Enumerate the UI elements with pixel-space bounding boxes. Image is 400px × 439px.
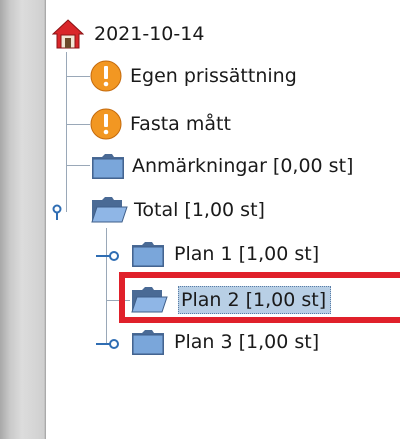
tree-connector [66,124,90,125]
tree-item-label: Anmärkningar [0,00 st] [132,155,354,177]
expand-toggle-plan-1[interactable] [96,248,122,267]
expand-toggle-plan-3[interactable] [96,336,122,355]
tree-root[interactable]: 2021-10-14 [51,14,205,54]
tree-item-anmarkningar[interactable]: Anmärkningar [0,00 st] [90,146,353,186]
tree-item-label: Plan 1 [1,00 st] [174,243,320,265]
tree-panel: 2021-10-14 Egen prissättning Fasta mått [46,0,400,439]
folder-icon [130,239,166,269]
folder-icon [90,151,126,181]
tree-item-fasta-matt[interactable]: Fasta mått [90,104,231,144]
tree-item-total[interactable]: Total [1,00 st] [90,190,265,230]
tree-item-egen-prissattning[interactable]: Egen prissättning [90,56,297,96]
tree-item-label: Fasta mått [130,113,231,135]
folder-icon [130,327,166,357]
tree-root-label: 2021-10-14 [94,23,205,45]
tree-item-plan-3[interactable]: Plan 3 [1,00 st] [130,322,319,362]
highlight-box [119,272,400,323]
left-gutter [0,0,46,439]
tree-item-label: Egen prissättning [130,65,297,87]
warning-icon [90,108,122,140]
folder-open-icon [90,195,128,225]
expand-toggle-total[interactable] [52,203,72,225]
house-icon [51,18,85,50]
tree-connector [66,76,90,77]
tree-connector [106,228,107,344]
tree-item-label: Plan 3 [1,00 st] [174,331,320,353]
tree-item-label: Total [1,00 st] [134,199,265,221]
tree-item-plan-1[interactable]: Plan 1 [1,00 st] [130,234,319,274]
tree-connector [66,165,90,166]
warning-icon [90,60,122,92]
